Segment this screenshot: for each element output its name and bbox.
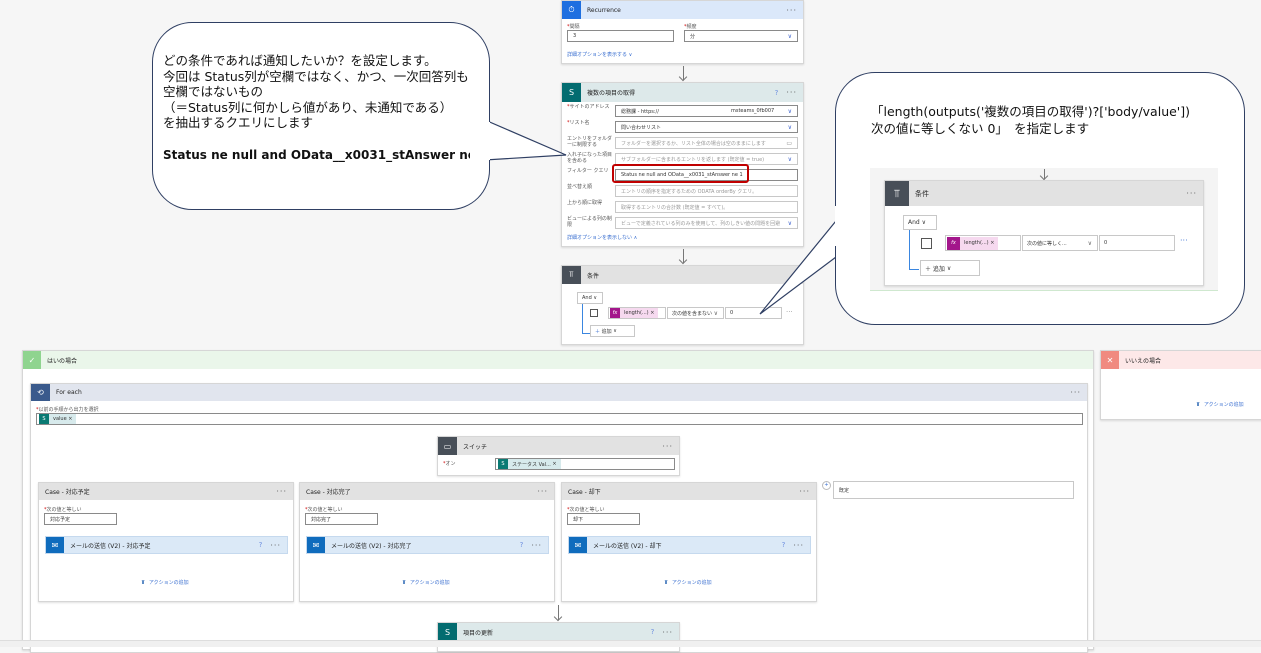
callout-line: 今回は Status列が空欄ではなく、かつ、一次回答列も (163, 68, 469, 84)
callout-line: （＝Status列に何かしら値があり、未通知である） (163, 99, 453, 115)
condition-right-operand: 0 (1099, 235, 1175, 251)
case-card[interactable]: Case - 対応予定 ··· *次の値と等しい 対応予定 ✉ メールの送信 (V… (38, 482, 294, 602)
condition-left-operand: fx length(...) × (945, 235, 1021, 251)
inset-condition-card: ⫪ 条件 ··· And ∨ fx length(...) × 次の値に等しく... ∨… (884, 180, 1204, 286)
close-icon: ✕ (1101, 351, 1119, 369)
callout-line: 「length(outputs('複数の項目の取得')?['body/value… (871, 104, 1190, 119)
sharepoint-icon: S (498, 459, 508, 469)
outlook-icon: ✉ (569, 537, 587, 553)
callout-line: を抽出するクエリにします (163, 115, 314, 130)
inset-screenshot: ⫪ 条件 ··· And ∨ fx length(...) × 次の値に等しく... ∨… (870, 168, 1218, 291)
add-action-button[interactable]: ⫪ アクションの追加 (665, 579, 712, 586)
more-options-icon[interactable]: ··· (276, 487, 287, 496)
check-icon: ✓ (23, 351, 41, 369)
switch-card[interactable]: ▭ スイッチ ··· *オン S ステータス Val... × (437, 436, 680, 476)
pointer-mask (835, 206, 855, 246)
help-icon[interactable]: ? (520, 541, 524, 549)
more-options-icon[interactable]: ··· (662, 628, 673, 637)
sharepoint-icon: S (438, 623, 457, 641)
switch-icon: ▭ (438, 437, 457, 455)
branch-title: いいえの場合 (1125, 357, 1162, 365)
more-options-icon[interactable]: ··· (531, 541, 542, 550)
case-value-input[interactable]: 却下 (567, 513, 640, 525)
card-title: スイッチ (463, 443, 488, 451)
more-options-icon[interactable]: ··· (662, 442, 673, 451)
more-options-icon[interactable]: ··· (537, 487, 548, 496)
card-title: For each (56, 389, 82, 396)
help-icon[interactable]: ? (259, 541, 263, 549)
more-options-icon[interactable]: ··· (270, 541, 281, 550)
callout-query: Status ne null and OData__x0031_stAnswer… (163, 147, 489, 162)
send-email-action[interactable]: ✉ メールの送信 (V2) - 却下? ··· (568, 536, 811, 554)
condition-icon: ⫪ (885, 181, 909, 206)
loop-icon: ⟲ (31, 384, 50, 401)
add-condition-button: ＋ 追加 ∨ (920, 260, 980, 276)
outlook-icon: ✉ (46, 537, 64, 553)
callout-line: 空欄ではないもの (163, 84, 264, 99)
more-options-icon[interactable]: ··· (1070, 388, 1081, 397)
outlook-icon: ✉ (307, 537, 325, 553)
sharepoint-icon: S (39, 414, 49, 424)
more-options-icon[interactable]: ··· (793, 541, 804, 550)
add-action-button[interactable]: ⫪ アクションの追加 (403, 579, 450, 586)
case-card[interactable]: Case - 却下 ··· *次の値と等しい 却下 ✉ メールの送信 (V2) -… (561, 482, 817, 602)
card-title: Case - 却下 (568, 489, 601, 496)
add-action-button[interactable]: ⫪ アクションの追加 (142, 579, 189, 586)
branch-title: はいの場合 (47, 357, 78, 365)
default-case-icon[interactable]: + (822, 481, 831, 490)
card-title: Case - 対応予定 (45, 489, 90, 496)
case-value-input[interactable]: 対応予定 (44, 513, 117, 525)
more-options-icon: ··· (1186, 189, 1197, 198)
default-case[interactable]: 既定 (833, 481, 1074, 499)
row-checkbox (921, 238, 932, 249)
callout-line: 次の値に等しくない 0」 を指定します (871, 121, 1090, 136)
switch-on-input[interactable]: S ステータス Val... × (495, 458, 675, 470)
card-title: 項目の更新 (463, 629, 494, 637)
case-value-input[interactable]: 対応完了 (305, 513, 378, 525)
update-item-card[interactable]: S 項目の更新? ··· (437, 622, 680, 652)
case-card[interactable]: Case - 対応完了 ··· *次の値と等しい 対応完了 ✉ メールの送信 (V… (299, 482, 555, 602)
send-email-action[interactable]: ✉ メールの送信 (V2) - 対応予定? ··· (45, 536, 288, 554)
pointer-mask (470, 122, 490, 160)
help-icon[interactable]: ? (782, 541, 786, 549)
add-action-button[interactable]: ⫪ アクションの追加 (1197, 401, 1244, 408)
card-title: Case - 対応完了 (306, 489, 351, 496)
condition-operator: 次の値に等しく... ∨ (1022, 235, 1098, 251)
connector-arrow (558, 605, 559, 620)
left-callout: どの条件であれば通知したいか？を設定します。 今回は Status列が空欄ではな… (152, 22, 490, 210)
card-title: 条件 (915, 189, 929, 198)
for-each-input[interactable]: Svalue × (36, 413, 1083, 425)
and-or-select: And ∨ (903, 215, 937, 230)
help-icon[interactable]: ? (651, 628, 655, 636)
no-branch[interactable]: ✕ いいえの場合 ⫪ アクションの追加 (1100, 350, 1261, 420)
field-label: オン (445, 461, 456, 467)
more-options-icon[interactable]: ··· (799, 487, 810, 496)
send-email-action[interactable]: ✉ メールの送信 (V2) - 対応完了? ··· (306, 536, 549, 554)
callout-line: どの条件であれば通知したいか？を設定します。 (163, 53, 437, 68)
